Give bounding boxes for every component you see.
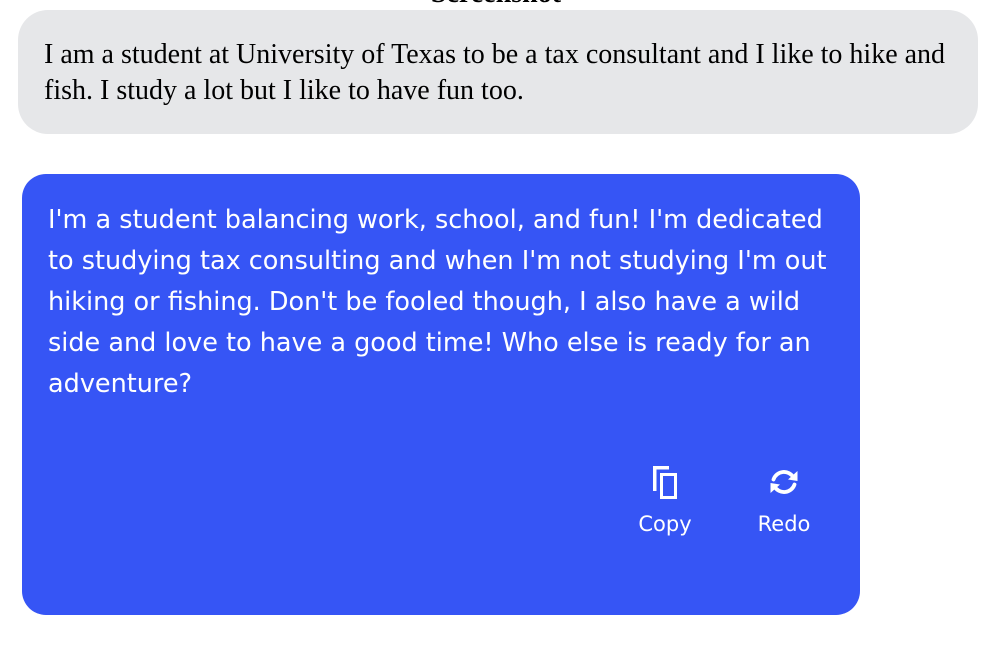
copy-button[interactable]: Copy [620, 462, 710, 542]
copy-button-label: Copy [638, 512, 692, 536]
redo-button-label: Redo [757, 512, 811, 536]
copy-icon [653, 466, 677, 499]
redo-button[interactable]: Redo [739, 462, 829, 542]
user-message-bubble: I am a student at University of Texas to… [18, 10, 978, 134]
generated-bio-card: I'm a student balancing work, school, an… [22, 174, 860, 615]
user-message-text: I am a student at University of Texas to… [44, 39, 946, 106]
page-heading: Screenshot [0, 0, 992, 8]
generated-bio-text: I'm a student balancing work, school, an… [48, 205, 827, 399]
refresh-icon [770, 470, 798, 494]
